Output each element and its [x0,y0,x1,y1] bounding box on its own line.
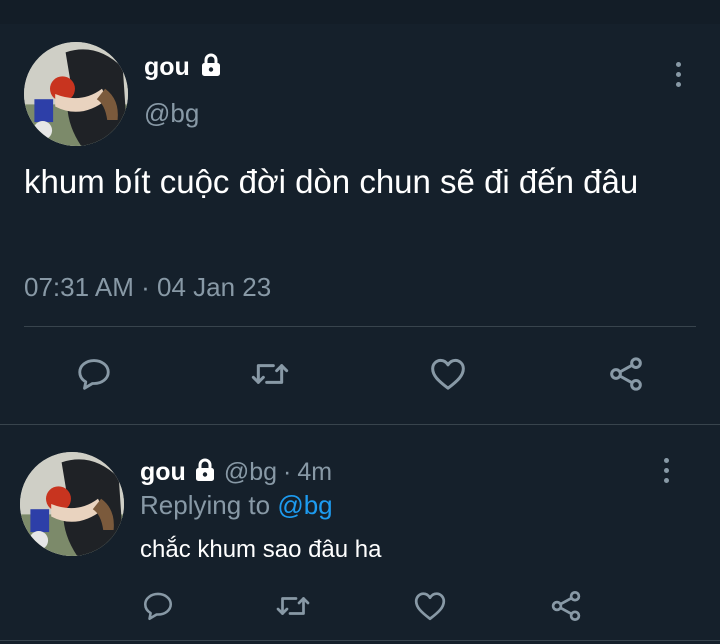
author-handle[interactable]: @bg [144,98,199,129]
bottom-divider [0,640,720,641]
heart-icon [414,592,446,621]
reply-button[interactable] [140,588,176,624]
avatar-image [20,452,124,556]
retweet-button[interactable] [275,588,311,624]
share-icon [610,357,642,391]
like-button[interactable] [412,588,448,624]
lock-icon [192,457,218,488]
reply-icon [143,592,173,621]
divider [24,326,696,327]
reply-author-row: gou @bg · 4m [140,457,332,488]
reply-text: chắc khum sao đâu ha [140,536,382,563]
author-name[interactable]: gou [144,53,190,82]
share-button[interactable] [604,352,648,396]
share-button[interactable] [548,588,584,624]
tweet-text: khum bít cuộc đời dòn chun sẽ đi đến đâu [24,163,639,200]
reply-author-name[interactable]: gou [140,458,186,487]
replying-to: Replying to @bg [140,490,333,521]
tweet-time: 07:31 AM [24,272,134,302]
like-button[interactable] [426,352,470,396]
more-vertical-icon[interactable] [668,62,688,87]
replying-to-label: Replying to [140,490,271,520]
top-status-strip [0,0,720,24]
reply-author-handle[interactable]: @bg [224,458,277,487]
retweet-button[interactable] [248,352,292,396]
reply-button[interactable] [72,352,116,396]
reply-avatar[interactable] [20,452,124,556]
replying-to-handle-link[interactable]: @bg [277,490,332,520]
tweet-date: 04 Jan 23 [157,272,272,302]
avatar-image [24,42,128,146]
meta-separator: · [141,272,150,302]
more-vertical-icon[interactable] [656,458,676,483]
share-icon [551,591,581,621]
meta-separator: · [283,458,292,486]
avatar[interactable] [24,42,128,146]
author-row: gou [144,52,224,83]
retweet-icon [251,364,289,384]
section-divider [0,424,720,425]
lock-icon [198,52,224,83]
heart-icon [431,358,465,390]
tweet-timestamp: 07:31 AM · 04 Jan 23 [24,272,271,303]
retweet-icon [276,597,310,615]
reply-icon [78,359,110,390]
reply-age: 4m [297,458,333,486]
